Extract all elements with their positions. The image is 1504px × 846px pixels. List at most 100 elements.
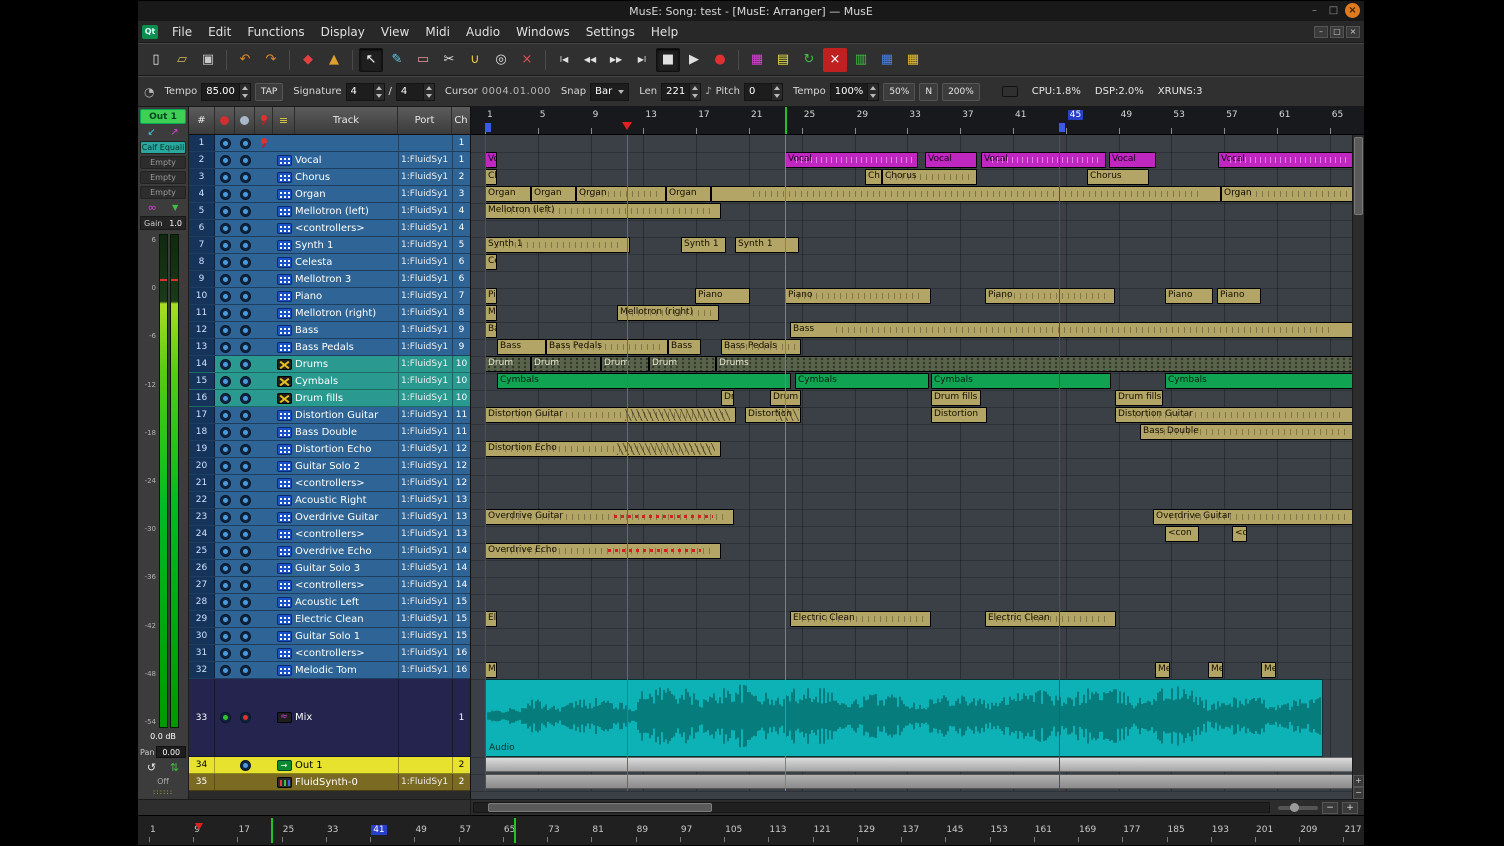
- track-row-28[interactable]: 28Acoustic Left1:FluidSy115: [189, 594, 470, 611]
- track-channel[interactable]: 2: [452, 757, 470, 773]
- part-vocal[interactable]: Vocal: [981, 152, 1106, 168]
- strip-grip[interactable]: ::::::: [140, 789, 186, 797]
- route-in-icon[interactable]: ↙: [147, 126, 155, 139]
- pitch-spinbox[interactable]: 0: [744, 83, 783, 101]
- track-port[interactable]: 1:FluidSy1: [398, 594, 452, 610]
- track-row-9[interactable]: 9Mellotron 31:FluidSy16: [189, 271, 470, 288]
- part-me[interactable]: Me: [485, 662, 497, 678]
- record-arm-button[interactable]: [215, 563, 235, 574]
- play-button[interactable]: ▶: [682, 48, 706, 72]
- pan-row[interactable]: Pan 0.00: [140, 745, 186, 759]
- effect-slot-1[interactable]: Calf Equali: [140, 141, 186, 154]
- track-class-cell[interactable]: [273, 257, 295, 268]
- part-me[interactable]: Me: [485, 305, 497, 321]
- pitch-arrows[interactable]: [771, 84, 782, 100]
- track-name[interactable]: Synth 1: [295, 240, 398, 251]
- menu-windows[interactable]: Windows: [508, 23, 578, 41]
- track-name[interactable]: Bass Double: [295, 427, 398, 438]
- part-chorus[interactable]: Chorus: [882, 169, 977, 185]
- track-name[interactable]: Organ: [295, 189, 398, 200]
- monitor-button[interactable]: [235, 240, 255, 251]
- part-organ[interactable]: Organ: [531, 186, 576, 202]
- track-row-16[interactable]: 16Drum fills1:FluidSy110: [189, 390, 470, 407]
- part-ch[interactable]: Ch: [865, 169, 882, 185]
- track-class-cell[interactable]: [273, 444, 295, 455]
- track-row-2[interactable]: 2Vocal1:FluidSy11: [189, 152, 470, 169]
- track-row-12[interactable]: 12Bass1:FluidSy19: [189, 322, 470, 339]
- part-vocal[interactable]: Vocal: [925, 152, 977, 168]
- track-port[interactable]: 1:FluidSy1: [398, 458, 452, 474]
- track-row-10[interactable]: 10Piano1:FluidSy17: [189, 288, 470, 305]
- track-port[interactable]: 1:FluidSy1: [398, 662, 452, 678]
- part-el[interactable]: El: [485, 611, 497, 627]
- track-row-25[interactable]: 25Overdrive Echo1:FluidSy114: [189, 543, 470, 560]
- part-vocal[interactable]: Vocal: [1109, 152, 1156, 168]
- song-playhead-marker[interactable]: [195, 823, 203, 830]
- track-row-14[interactable]: 14Drums1:FluidSy110: [189, 356, 470, 373]
- monitor-button[interactable]: [235, 760, 255, 771]
- titlebar[interactable]: MusE: Song: test - [MusE: Arranger] — Mu…: [138, 1, 1364, 21]
- track-port[interactable]: 1:FluidSy1: [398, 390, 452, 406]
- header-port[interactable]: Port: [398, 107, 452, 134]
- track-channel[interactable]: 8: [452, 305, 470, 321]
- record-arm-button[interactable]: [215, 614, 235, 625]
- track-channel[interactable]: 1: [452, 135, 470, 151]
- part-bass-double[interactable]: Bass Double: [1140, 424, 1352, 440]
- track-row-13[interactable]: 13Bass Pedals1:FluidSy19: [189, 339, 470, 356]
- part--con[interactable]: <con: [1165, 526, 1199, 542]
- record-arm-button[interactable]: [215, 665, 235, 676]
- track-port[interactable]: 1:FluidSy1: [398, 543, 452, 559]
- len-arrows[interactable]: [689, 84, 700, 100]
- menu-audio[interactable]: Audio: [458, 23, 508, 41]
- part-bass[interactable]: Bass: [668, 339, 701, 355]
- header-record-icon[interactable]: [215, 107, 235, 134]
- track-row-1[interactable]: 11: [189, 135, 470, 152]
- track-row-11[interactable]: 11Mellotron (right)1:FluidSy18: [189, 305, 470, 322]
- rubber-tool-button[interactable]: ▭: [411, 48, 435, 72]
- header-monitor-icon[interactable]: [235, 107, 255, 134]
- track-channel[interactable]: 16: [452, 662, 470, 678]
- part-piano[interactable]: Piano: [695, 288, 750, 304]
- track-class-cell[interactable]: [273, 274, 295, 285]
- tempo-50-button[interactable]: 50%: [883, 83, 915, 101]
- track-port[interactable]: 1:FluidSy1: [398, 526, 452, 542]
- track-port[interactable]: 1:FluidSy1: [398, 169, 452, 185]
- track-name[interactable]: <controllers>: [295, 529, 398, 540]
- gain-row[interactable]: Gain 1.0: [140, 216, 186, 230]
- track-channel[interactable]: 12: [452, 441, 470, 457]
- monitor-button[interactable]: [235, 665, 255, 676]
- track-port[interactable]: 1:FluidSy1: [398, 322, 452, 338]
- open-song-button[interactable]: ▱: [170, 48, 194, 72]
- monitor-window-button[interactable]: ▥: [849, 48, 873, 72]
- effect-slot-4[interactable]: Empty: [140, 186, 186, 199]
- track-port[interactable]: 1:FluidSy1: [398, 577, 452, 593]
- record-arm-button[interactable]: [215, 461, 235, 472]
- part-distortion-guitar[interactable]: Distortion Guitar: [1115, 407, 1352, 423]
- menu-view[interactable]: View: [373, 23, 417, 41]
- record-arm-button[interactable]: [215, 274, 235, 285]
- track-port[interactable]: [398, 679, 452, 756]
- monitor-button[interactable]: [235, 546, 255, 557]
- record-arm-button[interactable]: [215, 308, 235, 319]
- track-channel[interactable]: 13: [452, 492, 470, 508]
- record-arm-button[interactable]: [215, 325, 235, 336]
- part-me[interactable]: Me: [1208, 662, 1223, 678]
- track-class-cell[interactable]: ≈: [273, 712, 295, 723]
- track-class-cell[interactable]: [273, 172, 295, 183]
- tempo-spinbox[interactable]: 85.00: [201, 83, 251, 101]
- header-channel[interactable]: Ch: [452, 107, 470, 134]
- part-piano[interactable]: Piano: [785, 288, 931, 304]
- track-channel[interactable]: 1: [452, 152, 470, 168]
- part-drum[interactable]: Drum: [485, 356, 531, 372]
- monitor-button[interactable]: [235, 274, 255, 285]
- part-cymbals[interactable]: Cymbals: [795, 373, 929, 389]
- monitor-button[interactable]: [235, 189, 255, 200]
- track-channel[interactable]: 13: [452, 509, 470, 525]
- track-row-30[interactable]: 30Guitar Solo 11:FluidSy115: [189, 628, 470, 645]
- part-drums[interactable]: Drums: [716, 356, 1352, 372]
- pencil-tool-button[interactable]: ✎: [385, 48, 409, 72]
- part-organ[interactable]: Organ: [576, 186, 666, 202]
- mixer-a-button[interactable]: ▦: [745, 48, 769, 72]
- monitor-button[interactable]: [235, 257, 255, 268]
- track-name[interactable]: <controllers>: [295, 580, 398, 591]
